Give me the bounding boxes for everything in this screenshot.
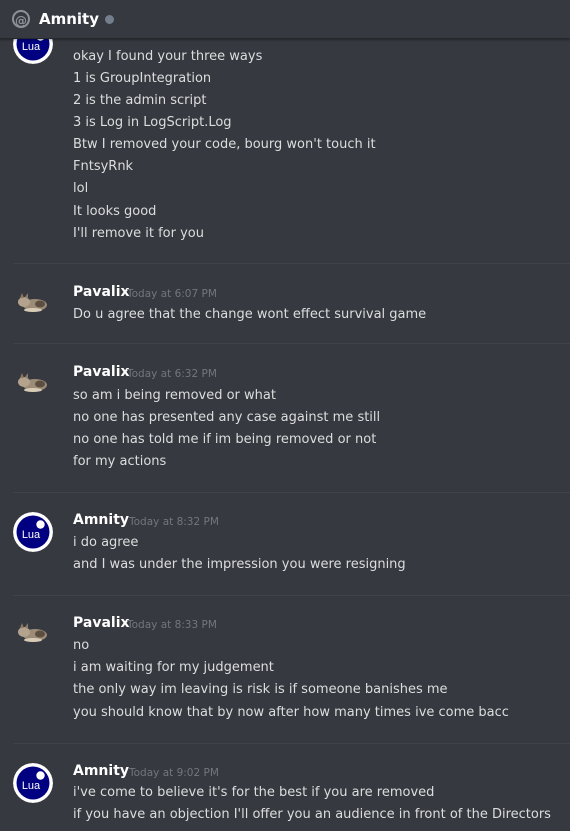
channel-title: Amnity xyxy=(39,10,100,28)
avatar[interactable] xyxy=(13,282,53,322)
message-text: no one has told me if im being removed o… xyxy=(73,432,377,447)
message-text: you should know that by now after how ma… xyxy=(73,705,509,720)
timestamp: Today at 9:02 PM xyxy=(129,767,219,779)
at-icon: @ xyxy=(12,10,30,28)
message-text: Btw I removed your code, bourg won't tou… xyxy=(73,137,376,152)
message-text: no xyxy=(73,638,90,653)
timestamp: Today at 6:32 PM xyxy=(127,368,217,380)
avatar[interactable] xyxy=(13,612,53,652)
author-name[interactable]: Amnity xyxy=(73,763,129,779)
timestamp: Today at 8:33 PM xyxy=(127,619,217,631)
svg-text:Lua: Lua xyxy=(22,780,41,792)
author-name[interactable]: Pavalix xyxy=(73,615,130,631)
message-divider xyxy=(13,743,570,744)
svg-text:Lua: Lua xyxy=(22,529,41,541)
avatar[interactable]: Lua xyxy=(13,512,53,552)
message-text: It looks good xyxy=(73,204,157,219)
message-text: i do agree xyxy=(73,535,139,550)
message-text: I'll remove it for you xyxy=(73,226,204,241)
message-text: okay I found your three ways xyxy=(73,49,263,64)
message-list: Lua okay I found your three ways 1 is Gr… xyxy=(0,0,570,831)
message-text: Do u agree that the change wont effect s… xyxy=(73,307,427,322)
author-name[interactable]: Pavalix xyxy=(73,364,130,380)
message-text: lol xyxy=(73,181,89,196)
message-divider xyxy=(13,595,570,596)
message-divider xyxy=(13,343,570,344)
message-text: so am i being removed or what xyxy=(73,388,276,403)
message-text: the only way im leaving is risk is if so… xyxy=(73,682,448,697)
cat-avatar-icon xyxy=(13,282,53,322)
message-text: 2 is the admin script xyxy=(73,93,207,108)
status-indicator xyxy=(105,15,115,24)
cat-avatar-icon xyxy=(13,362,53,402)
svg-text:Lua: Lua xyxy=(22,41,41,53)
message-text: 3 is Log in LogScript.Log xyxy=(73,115,232,130)
message-text: and I was under the impression you were … xyxy=(73,557,406,572)
avatar[interactable]: Lua xyxy=(13,763,53,803)
message-divider xyxy=(13,263,570,264)
cat-avatar-icon xyxy=(13,612,53,652)
message-divider xyxy=(13,492,570,493)
timestamp: Today at 6:07 PM xyxy=(127,288,217,300)
message-text: if you have an objection I'll offer you … xyxy=(73,807,551,822)
lua-logo-icon: Lua xyxy=(13,512,53,552)
author-name[interactable]: Pavalix xyxy=(73,284,130,300)
lua-logo-icon: Lua xyxy=(13,763,53,803)
author-name[interactable]: Amnity xyxy=(73,512,129,528)
message-text: no one has presented any case against me… xyxy=(73,410,381,425)
avatar[interactable] xyxy=(13,362,53,402)
message-text: for my actions xyxy=(73,454,167,469)
message-text: i am waiting for my judgement xyxy=(73,660,274,675)
timestamp: Today at 8:32 PM xyxy=(129,516,219,528)
message-text: 1 is GroupIntegration xyxy=(73,71,212,86)
message-text: i've come to believe it's for the best i… xyxy=(73,785,435,800)
message-text: FntsyRnk xyxy=(73,159,134,174)
channel-header: @ Amnity xyxy=(0,0,570,39)
